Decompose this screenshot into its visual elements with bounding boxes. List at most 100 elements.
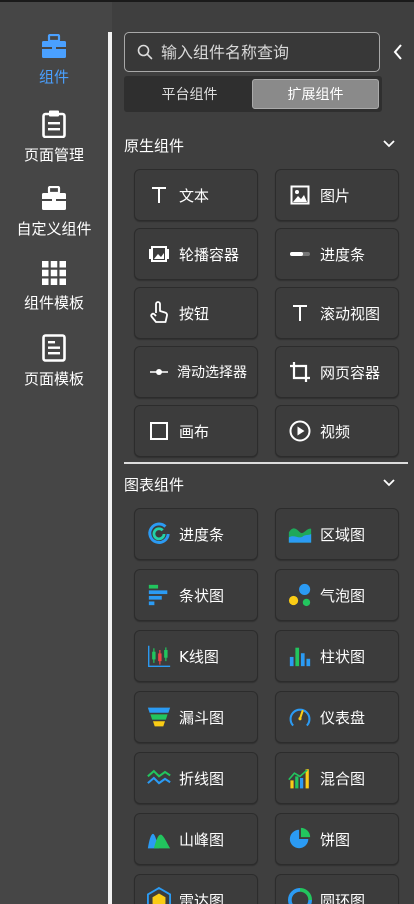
mixed-chart-icon — [288, 766, 312, 790]
component-label: 轮播容器 — [179, 245, 240, 264]
mountain-chart-icon — [147, 827, 171, 851]
nav-item-components[interactable]: 组件 — [0, 34, 108, 87]
component-card-scroll-view[interactable]: 滚动视图 — [275, 287, 399, 339]
component-card-image[interactable]: 图片 — [275, 169, 399, 221]
component-label: 图片 — [320, 186, 351, 205]
component-label: 漏斗图 — [179, 708, 225, 727]
component-card-donut-chart[interactable]: 圆环图 — [275, 874, 399, 904]
component-label: 按钮 — [179, 304, 210, 323]
component-card-slider[interactable]: 滑动选择器 — [134, 346, 258, 398]
radar-chart-icon — [147, 886, 171, 904]
donut-chart-icon — [288, 888, 312, 904]
tab-platform-components[interactable]: 平台组件 — [127, 79, 252, 109]
tab-extension-components[interactable]: 扩展组件 — [252, 79, 379, 109]
document-icon — [42, 334, 66, 362]
nav-label: 自定义组件 — [16, 220, 92, 238]
column-chart-icon — [288, 644, 312, 668]
play-circle-icon — [288, 419, 312, 443]
canvas-square-icon — [147, 419, 171, 443]
component-card-button[interactable]: 按钮 — [134, 287, 258, 339]
slider-icon — [147, 360, 171, 384]
bubble-chart-icon — [288, 583, 312, 607]
component-card-candlestick-chart[interactable]: K线图 — [134, 630, 258, 682]
component-card-area-chart[interactable]: 区域图 — [275, 508, 399, 560]
pointer-hand-icon — [147, 301, 171, 325]
grid-icon — [42, 261, 66, 285]
section-title-charts: 图表组件 — [124, 476, 185, 494]
nav-item-page-management[interactable]: 页面管理 — [0, 110, 108, 165]
area-chart-icon — [288, 522, 312, 546]
component-label: 视频 — [320, 422, 351, 441]
component-card-mixed-chart[interactable]: 混合图 — [275, 752, 399, 804]
nav-label: 页面管理 — [23, 146, 84, 164]
chevron-down-icon[interactable] — [382, 478, 396, 488]
component-label: 网页容器 — [320, 363, 381, 382]
text-icon — [288, 301, 312, 325]
chevron-down-icon[interactable] — [382, 139, 396, 149]
nav-item-page-templates[interactable]: 页面模板 — [0, 334, 108, 389]
section-title-native: 原生组件 — [124, 137, 185, 155]
component-card-progress-bar[interactable]: 进度条 — [275, 228, 399, 280]
text-icon — [147, 183, 171, 207]
crop-icon — [288, 360, 312, 384]
nav-label: 组件模板 — [23, 294, 84, 312]
component-card-bubble-chart[interactable]: 气泡图 — [275, 569, 399, 621]
component-label: 文本 — [179, 186, 210, 205]
collapse-panel-button[interactable] — [388, 40, 408, 64]
component-label: 条状图 — [179, 586, 225, 605]
component-label: 进度条 — [179, 525, 225, 544]
component-label: 进度条 — [320, 245, 366, 264]
component-card-carousel[interactable]: 轮播容器 — [134, 228, 258, 280]
component-label: 饼图 — [320, 830, 351, 849]
component-card-video[interactable]: 视频 — [275, 405, 399, 457]
left-nav: 组件 页面管理 自定义组件 组件模板 页面模板 — [0, 2, 108, 904]
component-card-text[interactable]: 文本 — [134, 169, 258, 221]
image-icon — [288, 183, 312, 207]
component-tabs: 平台组件 扩展组件 — [124, 76, 382, 112]
component-label: 画布 — [179, 422, 210, 441]
component-label: 圆环图 — [320, 891, 366, 904]
component-label: 混合图 — [320, 769, 366, 788]
search-input[interactable] — [161, 42, 371, 62]
component-card-canvas[interactable]: 画布 — [134, 405, 258, 457]
chevron-left-icon — [393, 44, 402, 60]
component-card-ring-progress[interactable]: 进度条 — [134, 508, 258, 560]
component-card-pie-chart[interactable]: 饼图 — [275, 813, 399, 865]
component-label: 山峰图 — [179, 830, 225, 849]
component-card-radar-chart[interactable]: 雷达图 — [134, 874, 258, 904]
component-label: 区域图 — [320, 525, 366, 544]
bar-chart-horizontal-icon — [147, 583, 171, 607]
search-box[interactable] — [124, 32, 380, 72]
component-card-mountain-chart[interactable]: 山峰图 — [134, 813, 258, 865]
nav-label: 页面模板 — [23, 370, 84, 388]
component-label: 折线图 — [179, 769, 225, 788]
gauge-icon — [288, 705, 312, 729]
search-icon — [137, 44, 153, 60]
candlestick-chart-icon — [147, 644, 171, 668]
clipboard-icon — [42, 110, 66, 138]
component-card-web-container[interactable]: 网页容器 — [275, 346, 399, 398]
ring-progress-icon — [147, 522, 171, 546]
component-label: 滚动视图 — [320, 304, 381, 323]
component-card-column-chart[interactable]: 柱状图 — [275, 630, 399, 682]
progress-bar-icon — [288, 242, 312, 266]
component-label: K线图 — [179, 647, 219, 666]
component-card-funnel-chart[interactable]: 漏斗图 — [134, 691, 258, 743]
carousel-icon — [147, 242, 171, 266]
component-card-bar-chart[interactable]: 条状图 — [134, 569, 258, 621]
nav-item-component-templates[interactable]: 组件模板 — [0, 260, 108, 313]
component-label: 雷达图 — [179, 891, 225, 904]
nav-label: 组件 — [38, 68, 69, 86]
section-divider — [124, 462, 408, 464]
nav-item-custom-components[interactable]: 自定义组件 — [0, 186, 108, 239]
component-panel: 平台组件 扩展组件 原生组件 文本 图片 轮播容器 进度条 按钮 — [112, 2, 414, 904]
component-label: 气泡图 — [320, 586, 366, 605]
component-label: 柱状图 — [320, 647, 366, 666]
component-card-line-chart[interactable]: 折线图 — [134, 752, 258, 804]
component-card-gauge[interactable]: 仪表盘 — [275, 691, 399, 743]
line-chart-icon — [147, 766, 171, 790]
component-label: 滑动选择器 — [177, 365, 247, 381]
briefcase-icon — [42, 34, 66, 58]
component-label: 仪表盘 — [320, 708, 366, 727]
funnel-chart-icon — [147, 705, 171, 729]
